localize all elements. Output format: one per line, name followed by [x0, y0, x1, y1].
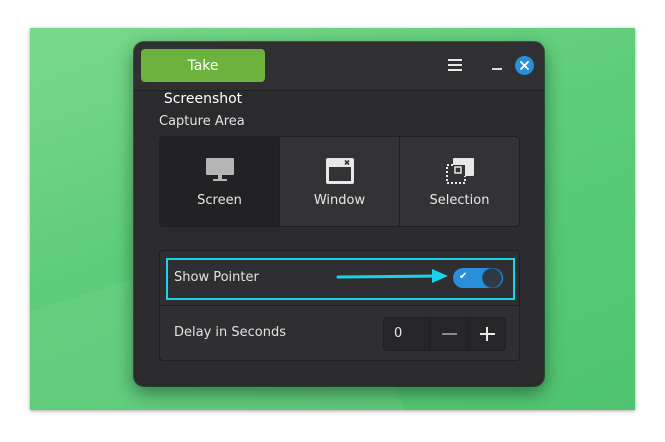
minimize-icon[interactable]	[487, 54, 507, 76]
selection-icon	[445, 157, 475, 189]
window-icon	[325, 157, 355, 189]
delay-label: Delay in Seconds	[174, 325, 287, 340]
annotation-arrow-icon	[336, 269, 448, 283]
delay-spinbutton: 0	[383, 317, 506, 351]
titlebar: Take Screenshot	[134, 42, 544, 107]
close-icon[interactable]	[515, 56, 534, 75]
show-pointer-toggle[interactable]: ✔	[453, 268, 503, 288]
capture-area-label: Capture Area	[159, 114, 245, 129]
capture-option-label: Window	[313, 193, 366, 208]
increment-icon[interactable]	[469, 318, 505, 350]
capture-option-label: Screen	[197, 193, 242, 208]
capture-option-label: Selection	[429, 193, 490, 208]
checkmark-icon: ✔	[459, 271, 468, 282]
capture-option-selection[interactable]: Selection	[400, 137, 519, 226]
capture-area-selector: Screen Window Selection	[159, 136, 520, 227]
delay-input[interactable]: 0	[384, 318, 430, 350]
capture-option-screen[interactable]: Screen	[160, 137, 280, 226]
hamburger-menu-icon[interactable]	[442, 56, 468, 76]
capture-option-window[interactable]: Window	[280, 137, 400, 226]
take-screenshot-button[interactable]: Take Screenshot	[141, 49, 265, 107]
toggle-knob	[483, 269, 501, 287]
decrement-icon[interactable]	[431, 318, 469, 350]
monitor-icon	[205, 157, 235, 187]
